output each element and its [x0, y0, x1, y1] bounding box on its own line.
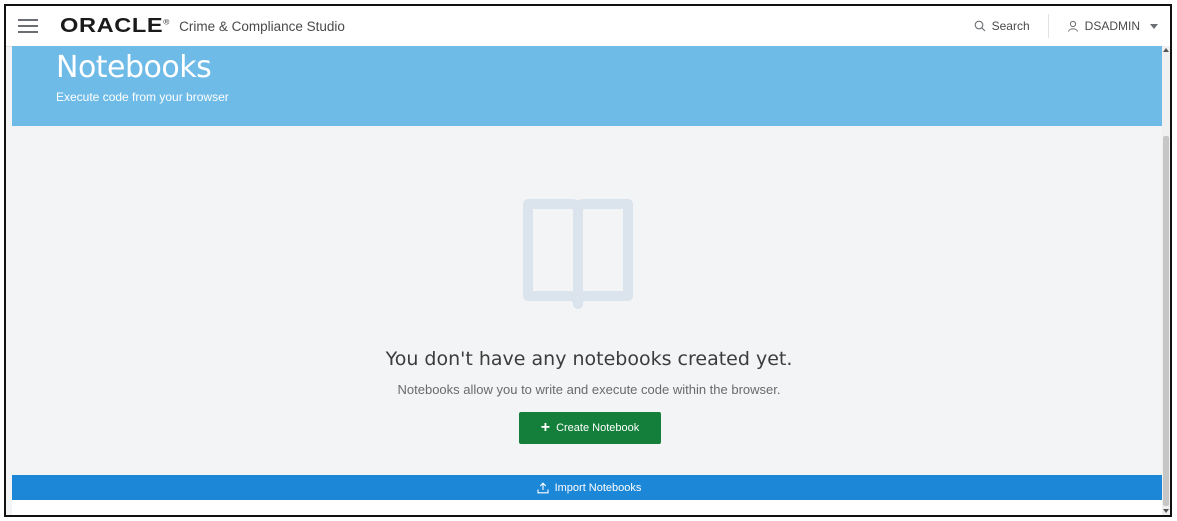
scrollbar-thumb[interactable]: [1163, 136, 1169, 506]
open-book-icon: [523, 199, 633, 309]
search-label: Search: [991, 19, 1030, 33]
user-icon: [1067, 20, 1078, 32]
user-name: DSADMIN: [1084, 19, 1140, 33]
page-subtitle: Execute code from your browser: [56, 90, 229, 104]
empty-state-title: You don't have any notebooks created yet…: [385, 348, 793, 370]
page-header-banner: Notebooks Execute code from your browser: [12, 46, 1166, 126]
page-title: Notebooks: [56, 50, 212, 85]
chevron-down-icon: [1150, 23, 1158, 29]
plus-icon: +: [540, 419, 551, 436]
scroll-down-arrow-icon[interactable]: [1163, 509, 1169, 513]
vertical-scrollbar[interactable]: [1162, 46, 1170, 515]
topbar-actions: Search DSADMIN: [956, 6, 1170, 46]
upload-icon: [537, 481, 549, 493]
oracle-logo: ORACLE®: [60, 14, 170, 37]
user-menu-button[interactable]: DSADMIN: [1049, 19, 1170, 33]
search-button[interactable]: Search: [956, 14, 1049, 38]
top-navigation-bar: ORACLE® Crime & Compliance Studio Search…: [6, 6, 1170, 47]
hamburger-menu-icon[interactable]: [18, 19, 38, 33]
empty-state-description: Notebooks allow you to write and execute…: [397, 382, 781, 397]
footer-strip: [12, 500, 1166, 515]
create-notebook-label: Create Notebook: [556, 422, 640, 434]
empty-state: You don't have any notebooks created yet…: [12, 126, 1166, 474]
scroll-up-arrow-icon[interactable]: [1163, 48, 1169, 52]
product-name: Crime & Compliance Studio: [179, 18, 345, 34]
search-icon: [974, 20, 986, 32]
app-window: ORACLE® Crime & Compliance Studio Search…: [4, 4, 1172, 517]
import-notebooks-label: Import Notebooks: [554, 481, 642, 494]
import-notebooks-button[interactable]: Import Notebooks: [12, 475, 1166, 500]
create-notebook-button[interactable]: + Create Notebook: [519, 412, 661, 444]
